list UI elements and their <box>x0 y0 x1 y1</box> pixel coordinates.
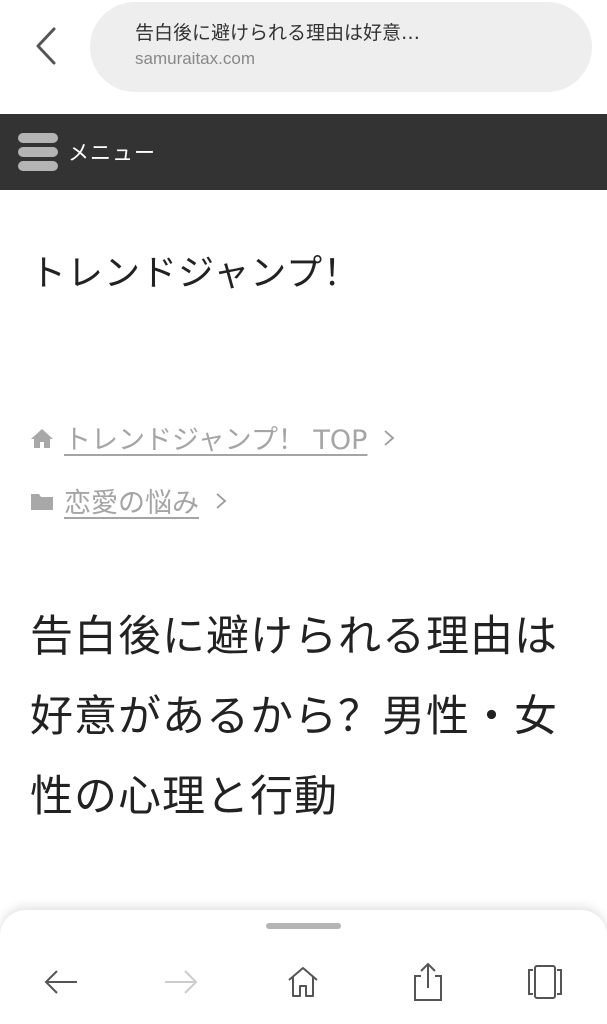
address-bar[interactable]: 告白後に避けられる理由は好意… samuraitax.com <box>90 2 592 92</box>
breadcrumb-link-top[interactable]: トレンドジャンプ！ TOP <box>64 418 367 457</box>
breadcrumb-link-category[interactable]: 恋愛の悩み <box>64 481 199 520</box>
browser-back-button[interactable] <box>24 22 68 70</box>
home-icon <box>30 426 54 450</box>
folder-icon <box>30 489 54 513</box>
address-bar-domain: samuraitax.com <box>135 49 255 68</box>
browser-address-area: 告白後に避けられる理由は好意… samuraitax.com <box>0 0 607 112</box>
browser-bottom-toolbar <box>0 910 607 1024</box>
breadcrumb-category: 恋愛の悩み <box>30 481 227 520</box>
page: 告白後に避けられる理由は好意… samuraitax.com メニュー トレンド… <box>0 0 607 1024</box>
tabs-icon[interactable] <box>521 958 569 1006</box>
menu-bar[interactable]: メニュー <box>0 114 607 190</box>
breadcrumb-home: トレンドジャンプ！ TOP <box>30 418 395 457</box>
article-title: 告白後に避けられる理由は好意があるから？男性・女性の心理と行動 <box>30 612 558 822</box>
address-bar-page-title: 告白後に避けられる理由は好意… <box>135 22 421 44</box>
site-title[interactable]: トレンドジャンプ！ <box>30 244 360 296</box>
home-icon[interactable] <box>279 958 327 1006</box>
back-arrow-icon[interactable] <box>37 958 85 1006</box>
drag-handle[interactable] <box>266 923 341 929</box>
menu-label[interactable]: メニュー <box>68 137 156 167</box>
chevron-right-icon <box>215 492 227 510</box>
hamburger-menu-icon[interactable] <box>18 132 58 172</box>
share-icon[interactable] <box>404 958 452 1006</box>
chevron-right-icon <box>383 429 395 447</box>
forward-arrow-icon[interactable] <box>157 958 205 1006</box>
chevron-left-icon <box>36 27 56 65</box>
